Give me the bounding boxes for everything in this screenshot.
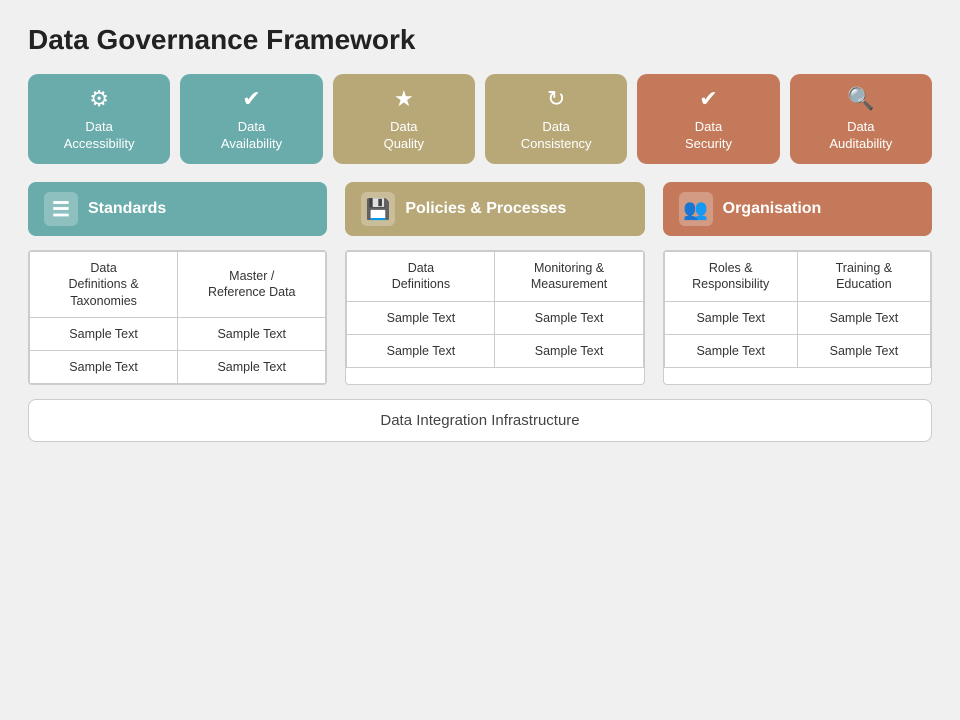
table-row: Sample Text Sample Text [664, 334, 930, 367]
gear-icon: ⚙ [89, 85, 109, 114]
card-data-availability: ✔ DataAvailability [180, 74, 322, 164]
card-label: DataAvailability [221, 119, 282, 153]
cat-standards: ☰ Standards [28, 182, 327, 236]
card-data-accessibility: ⚙ DataAccessibility [28, 74, 170, 164]
table-row: Sample Text Sample Text [30, 351, 326, 384]
card-label: DataAuditability [829, 119, 892, 153]
card-label: DataAccessibility [64, 119, 135, 153]
icon-cards-row: ⚙ DataAccessibility ✔ DataAvailability ★… [28, 74, 932, 164]
table-row: Sample Text Sample Text [30, 317, 326, 350]
category-row: ☰ Standards 💾 Policies & Processes 👥 Org… [28, 182, 932, 236]
policies-grid: DataDefinitions Monitoring &Measurement … [345, 250, 644, 385]
grids-row: DataDefinitions &Taxonomies Master /Refe… [28, 250, 932, 385]
shield-icon: ✔ [699, 85, 717, 114]
card-data-quality: ★ DataQuality [333, 74, 475, 164]
cell-sample: Sample Text [664, 334, 797, 367]
cell-sample: Sample Text [495, 301, 643, 334]
card-data-auditability: 🔍 DataAuditability [790, 74, 932, 164]
list-icon: ☰ [44, 192, 78, 226]
infra-bar: Data Integration Infrastructure [28, 399, 932, 442]
cell-sample: Sample Text [347, 301, 495, 334]
cat-policies: 💾 Policies & Processes [345, 182, 644, 236]
page: Data Governance Framework ⚙ DataAccessib… [0, 0, 960, 720]
table-row: Roles &Responsibility Training &Educatio… [664, 252, 930, 302]
cell-sample: Sample Text [797, 301, 930, 334]
card-label: DataSecurity [685, 119, 732, 153]
table-row: Sample Text Sample Text [664, 301, 930, 334]
card-data-consistency: ↻ DataConsistency [485, 74, 627, 164]
cat-label: Standards [88, 200, 166, 218]
cell-sample: Sample Text [664, 301, 797, 334]
card-label: DataQuality [384, 119, 424, 153]
cat-organisation: 👥 Organisation [663, 182, 932, 236]
card-data-security: ✔ DataSecurity [637, 74, 779, 164]
cell-sample: Sample Text [797, 334, 930, 367]
table-row: Sample Text Sample Text [347, 301, 643, 334]
refresh-icon: ↻ [547, 85, 565, 114]
standards-table: DataDefinitions &Taxonomies Master /Refe… [29, 251, 326, 384]
table-row: Sample Text Sample Text [347, 334, 643, 367]
cell-master-reference: Master /Reference Data [178, 252, 326, 318]
save-icon: 💾 [361, 192, 395, 226]
page-title: Data Governance Framework [28, 24, 932, 56]
cell-sample: Sample Text [178, 351, 326, 384]
table-row: DataDefinitions &Taxonomies Master /Refe… [30, 252, 326, 318]
organisation-grid: Roles &Responsibility Training &Educatio… [663, 250, 932, 385]
table-row: DataDefinitions Monitoring &Measurement [347, 252, 643, 302]
organisation-table: Roles &Responsibility Training &Educatio… [664, 251, 931, 368]
cell-sample: Sample Text [178, 317, 326, 350]
cell-sample: Sample Text [347, 334, 495, 367]
people-icon: 👥 [679, 192, 713, 226]
cell-monitoring: Monitoring &Measurement [495, 252, 643, 302]
card-label: DataConsistency [521, 119, 592, 153]
cell-sample: Sample Text [495, 334, 643, 367]
cell-training: Training &Education [797, 252, 930, 302]
policies-table: DataDefinitions Monitoring &Measurement … [346, 251, 643, 368]
cell-roles: Roles &Responsibility [664, 252, 797, 302]
cell-data-definitions: DataDefinitions &Taxonomies [30, 252, 178, 318]
cat-label: Organisation [723, 200, 822, 218]
cat-label: Policies & Processes [405, 200, 566, 218]
standards-grid: DataDefinitions &Taxonomies Master /Refe… [28, 250, 327, 385]
star-icon: ★ [394, 85, 414, 114]
search-icon: 🔍 [847, 85, 874, 114]
cell-sample: Sample Text [30, 351, 178, 384]
cell-sample: Sample Text [30, 317, 178, 350]
check-circle-icon: ✔ [242, 85, 260, 114]
cell-data-defs: DataDefinitions [347, 252, 495, 302]
